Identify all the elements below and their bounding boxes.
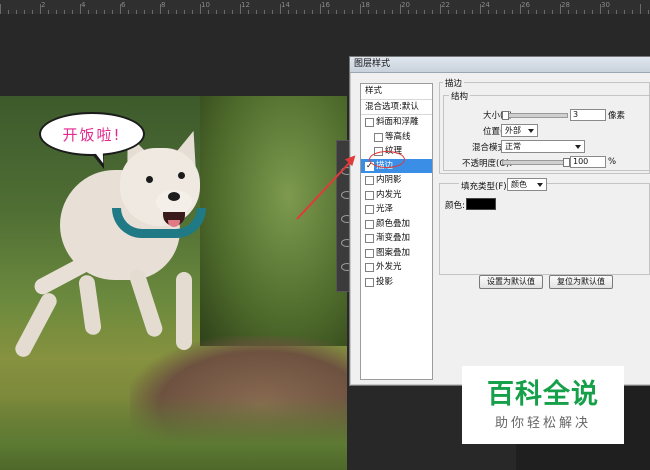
dialog-title: 图层样式: [350, 57, 650, 73]
grass: [0, 396, 347, 470]
dog-eye: [178, 172, 185, 179]
opacity-unit: %: [608, 157, 617, 167]
ruler-label: 2: [41, 1, 46, 9]
style-item-label: 外发光: [376, 262, 402, 272]
style-item[interactable]: 样式: [361, 84, 432, 100]
style-item[interactable]: 投影: [361, 275, 432, 290]
size-slider[interactable]: [502, 113, 568, 118]
ruler: 2 4 6 8 10 12 14 16 18 20 22 24 26 28 30: [0, 0, 650, 15]
ruler-tick: [640, 4, 641, 14]
style-item[interactable]: 斜面和浮雕: [361, 115, 432, 130]
opacity-slider-thumb[interactable]: [563, 158, 570, 167]
style-item[interactable]: 外发光: [361, 260, 432, 275]
style-item[interactable]: 颜色叠加: [361, 217, 432, 232]
stroke-color-swatch[interactable]: [466, 198, 496, 210]
bush: [200, 96, 347, 346]
style-item[interactable]: 光泽: [361, 202, 432, 217]
style-item-label: 等高线: [385, 131, 411, 142]
style-checkbox[interactable]: [365, 118, 374, 127]
structure-title: 结构: [449, 90, 471, 102]
ruler-label: 10: [201, 1, 210, 9]
dog-nose: [168, 192, 180, 201]
dog-leg: [176, 272, 192, 350]
style-checkbox[interactable]: [365, 219, 374, 229]
position-select[interactable]: 外部: [501, 124, 538, 137]
style-item[interactable]: 等高线: [361, 130, 432, 145]
dog-eye: [146, 176, 153, 183]
style-item-label: 光泽: [376, 204, 394, 214]
ruler-label: 18: [361, 1, 370, 9]
stroke-panel: 描边 结构 大小(S): 3 像素 位置(P): 外部 混合模式(B): 正常 …: [439, 77, 650, 377]
ruler-label: 30: [601, 1, 610, 9]
watermark: 百科全说 助你轻松解决: [462, 366, 624, 444]
chevron-down-icon: [575, 145, 581, 149]
fill-group: [439, 183, 650, 275]
style-item[interactable]: 混合选项:默认: [361, 100, 432, 115]
opacity-input[interactable]: 100: [570, 156, 606, 168]
ruler-label: 14: [281, 1, 290, 9]
chevron-down-icon: [528, 129, 534, 133]
style-checkbox[interactable]: [365, 234, 374, 243]
fill-type-label: 填充类型(F):: [459, 180, 512, 192]
style-checkbox[interactable]: [365, 190, 374, 200]
size-input[interactable]: 3: [570, 109, 606, 121]
style-item[interactable]: 图案叠加: [361, 246, 432, 261]
color-label: 颜色:: [445, 201, 465, 211]
style-item-label: 斜面和浮雕: [376, 117, 419, 127]
style-item-label: 样式: [365, 86, 383, 96]
ruler-label: 24: [481, 1, 490, 9]
size-slider-thumb[interactable]: [502, 111, 509, 120]
ruler-label: 8: [161, 1, 166, 9]
style-checkbox[interactable]: [365, 277, 374, 287]
watermark-sub: 助你轻松解决: [494, 415, 591, 431]
speech-bubble-text: 开饭啦!: [62, 125, 122, 144]
ruler-label: 12: [241, 1, 250, 9]
set-default-button[interactable]: 设置为默认值: [479, 275, 543, 289]
style-checkbox[interactable]: [374, 132, 383, 142]
blend-mode-value: 正常: [505, 142, 521, 151]
style-checkbox[interactable]: [365, 176, 374, 185]
ruler-label: 26: [521, 1, 530, 9]
ruler-label: 22: [441, 1, 450, 9]
ruler-label: 4: [81, 1, 86, 9]
ruler-label: 16: [321, 1, 330, 9]
style-checkbox[interactable]: [365, 205, 374, 214]
ruler-label: 28: [561, 1, 570, 9]
style-item-label: 颜色叠加: [376, 218, 411, 229]
fill-type-value: 颜色: [511, 180, 527, 189]
style-item-label: 内阴影: [376, 175, 402, 185]
position-value: 外部: [505, 126, 521, 135]
style-item[interactable]: 内发光: [361, 188, 432, 203]
style-item-label: 混合选项:默认: [365, 101, 419, 112]
ruler-label: 20: [401, 1, 410, 9]
style-item-label: 渐变叠加: [376, 233, 411, 243]
style-checkbox[interactable]: [365, 263, 374, 272]
reset-default-button[interactable]: 复位为默认值: [549, 275, 613, 289]
style-item-label: 投影: [376, 276, 394, 287]
ruler-label: 6: [121, 1, 126, 9]
fill-type-select[interactable]: 颜色: [507, 178, 547, 191]
style-item[interactable]: 内阴影: [361, 173, 432, 188]
blend-mode-select[interactable]: 正常: [501, 140, 585, 153]
size-unit: 像素: [608, 111, 626, 121]
ruler-tick: [0, 4, 1, 14]
style-list: 样式 混合选项:默认 斜面和浮雕 等高线 纹理 ✓ 描边 内阴影 内发光 光泽 颜色叠加 渐变叠加 图案…: [360, 83, 433, 380]
style-item[interactable]: 渐变叠加: [361, 231, 432, 246]
annotation-circle: [369, 151, 405, 168]
watermark-main: 百科全说: [487, 378, 599, 410]
chevron-down-icon: [537, 183, 543, 187]
style-item-label: 内发光: [376, 189, 402, 200]
layer-style-dialog: 图层样式 样式 混合选项:默认 斜面和浮雕 等高线 纹理 ✓ 描边 内阴影 内发光 光泽 颜色叠加渐…: [349, 56, 650, 386]
style-item-label: 图案叠加: [376, 247, 411, 258]
opacity-slider[interactable]: [502, 160, 568, 165]
stroke-section-title: 描边: [443, 77, 465, 89]
style-checkbox[interactable]: [365, 248, 374, 258]
